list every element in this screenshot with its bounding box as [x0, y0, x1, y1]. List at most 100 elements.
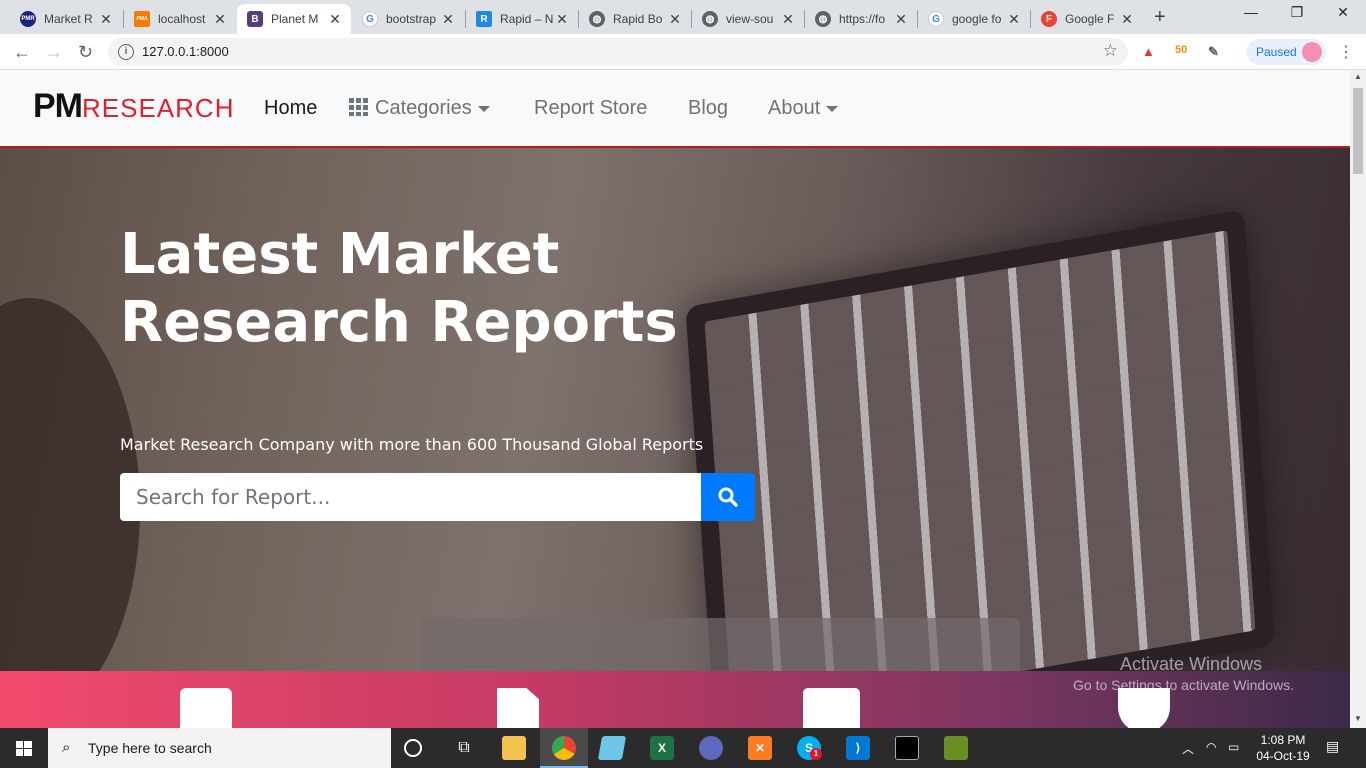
pdf-icon: [497, 688, 539, 728]
browser-tab[interactable]: R Rapid – N ✕: [466, 4, 578, 34]
hero-section: Latest Market Research Reports Market Re…: [0, 148, 1350, 671]
avatar: [1302, 42, 1322, 62]
tab-close-icon[interactable]: ✕: [554, 11, 570, 28]
search-button[interactable]: [701, 473, 755, 521]
nav-categories-dropdown[interactable]: Categories: [349, 97, 490, 120]
tab-favicon: PMA: [134, 11, 150, 27]
tab-title: Market R: [44, 12, 93, 26]
chevron-down-icon: [826, 105, 839, 112]
tab-close-icon[interactable]: ✕: [780, 11, 796, 28]
excel-icon[interactable]: X: [650, 736, 674, 760]
tab-title: Google F: [1065, 12, 1115, 26]
chevron-down-icon: [477, 105, 490, 112]
clock-date: 04-Oct-19: [1256, 749, 1310, 763]
reload-icon[interactable]: ↻: [78, 42, 93, 63]
extension-badge[interactable]: 50: [1175, 44, 1187, 56]
file-explorer-icon[interactable]: [502, 736, 526, 760]
chromium-icon[interactable]: [699, 736, 723, 760]
scrollbar-thumb[interactable]: [1353, 88, 1363, 174]
browser-tab[interactable]: F Google F ✕: [1031, 4, 1143, 34]
windows-logo-icon: [16, 741, 32, 756]
extension-arrow-icon[interactable]: ▲: [1142, 44, 1155, 59]
tab-close-icon[interactable]: ✕: [893, 11, 909, 28]
google-icon: G: [928, 11, 944, 27]
hero-title: Latest Market Research Reports: [120, 222, 678, 355]
browser-tab-strip: PMR Market R ✕ PMA localhost ✕ B Planet …: [0, 0, 1366, 34]
scroll-up-icon[interactable]: ▲: [1350, 72, 1366, 81]
tab-close-icon[interactable]: ✕: [1006, 11, 1022, 28]
browser-tab[interactable]: G google fo ✕: [918, 4, 1030, 34]
cortana-icon[interactable]: [404, 739, 422, 757]
browser-tab[interactable]: ◍ Rapid Bo ✕: [579, 4, 691, 34]
forward-arrow-icon[interactable]: →: [45, 42, 63, 63]
minimize-icon[interactable]: —: [1228, 4, 1274, 20]
taskbar-search[interactable]: ⌕ Type here to search: [48, 728, 391, 768]
taskbar-clock[interactable]: 1:08 PM 04-Oct-19: [1248, 732, 1318, 764]
xampp-icon[interactable]: ✕: [748, 736, 772, 760]
scroll-down-icon[interactable]: ▼: [1350, 714, 1366, 723]
vscode-icon[interactable]: ⟩: [846, 736, 870, 760]
globe-icon: ◍: [589, 11, 605, 27]
nav-home[interactable]: Home: [264, 97, 317, 120]
browser-toolbar: ← → ↻ i 127.0.0.1:8000 ☆ ▲ 50 ✎ Paused ⋮: [0, 34, 1366, 70]
tab-title: Planet M: [271, 12, 319, 26]
nav-about-label: About: [768, 97, 821, 119]
google-icon: G: [362, 11, 378, 27]
tab-favicon: PMR: [20, 11, 36, 27]
extension-dropper-icon[interactable]: ✎: [1208, 44, 1219, 60]
page-scrollbar[interactable]: ▲ ▼: [1350, 70, 1366, 728]
tab-title: https://fo: [839, 12, 886, 26]
profile-button[interactable]: Paused: [1246, 39, 1326, 65]
browser-tab[interactable]: G bootstrap ✕: [352, 4, 464, 34]
site-logo[interactable]: PMRESEARCH: [33, 88, 234, 126]
back-arrow-icon[interactable]: ←: [13, 42, 31, 63]
tab-title: Rapid Bo: [613, 12, 663, 26]
info-icon[interactable]: i: [118, 44, 134, 60]
tray-chevron-up-icon[interactable]: ︿: [1182, 740, 1194, 757]
nav-report-store[interactable]: Report Store: [534, 97, 647, 120]
tab-title: google fo: [952, 12, 1002, 26]
activate-windows-subtitle: Go to Settings to activate Windows.: [1073, 677, 1294, 693]
report-search-input[interactable]: [120, 473, 701, 521]
new-tab-icon[interactable]: +: [1154, 6, 1166, 29]
tab-close-icon[interactable]: ✕: [667, 11, 683, 28]
tab-title: localhost: [158, 12, 206, 26]
activate-windows-title: Activate Windows: [1120, 654, 1263, 674]
battery-icon[interactable]: ▭: [1228, 740, 1239, 754]
hero-subtitle: Market Research Company with more than 6…: [120, 435, 704, 454]
browser-tab[interactable]: ◍ view-sou ✕: [692, 4, 804, 34]
fonts-icon: F: [1041, 11, 1057, 27]
url-text[interactable]: 127.0.0.1:8000: [142, 44, 229, 59]
terminal-icon[interactable]: [895, 736, 919, 760]
task-view-icon[interactable]: ⧉: [452, 736, 476, 760]
browser-tab[interactable]: PMR Market R ✕: [10, 4, 122, 34]
browser-tab[interactable]: ◍ https://fo ✕: [805, 4, 917, 34]
tab-title: view-sou: [726, 12, 774, 26]
tab-close-icon[interactable]: ✕: [212, 11, 228, 28]
search-icon: [718, 487, 738, 507]
windows-taskbar: ⌕ Type here to search ⧉ X ✕ S 1 ⟩ ︿ ◠ ▭ …: [0, 728, 1366, 768]
notes-icon[interactable]: [597, 736, 627, 760]
browser-tab[interactable]: PMA localhost ✕: [124, 4, 236, 34]
bookmark-star-icon[interactable]: ☆: [1103, 41, 1118, 61]
restore-icon[interactable]: ❐: [1274, 4, 1320, 21]
network-icon[interactable]: ◠: [1206, 740, 1216, 754]
nav-about-dropdown[interactable]: About: [768, 97, 839, 120]
start-button[interactable]: [0, 728, 48, 768]
tab-close-icon[interactable]: ✕: [440, 11, 456, 28]
notepad-plus-icon[interactable]: [944, 736, 968, 760]
page-viewport: PMRESEARCH Home Categories Report Store …: [0, 70, 1350, 728]
chrome-icon[interactable]: [552, 736, 576, 760]
tab-title: bootstrap: [386, 12, 437, 26]
address-bar[interactable]: i 127.0.0.1:8000 ☆: [108, 38, 1128, 66]
rapid-icon: R: [476, 11, 492, 27]
browser-tab-active[interactable]: B Planet M ✕: [237, 4, 351, 34]
tab-close-icon[interactable]: ✕: [98, 11, 114, 28]
tab-close-icon[interactable]: ✕: [1119, 11, 1135, 28]
globe-icon: ◍: [815, 11, 831, 27]
action-center-icon[interactable]: ▤: [1326, 738, 1339, 755]
close-window-icon[interactable]: ✕: [1320, 4, 1366, 21]
nav-blog[interactable]: Blog: [688, 97, 728, 120]
tab-close-icon[interactable]: ✕: [327, 11, 343, 28]
browser-menu-icon[interactable]: ⋮: [1338, 42, 1354, 62]
